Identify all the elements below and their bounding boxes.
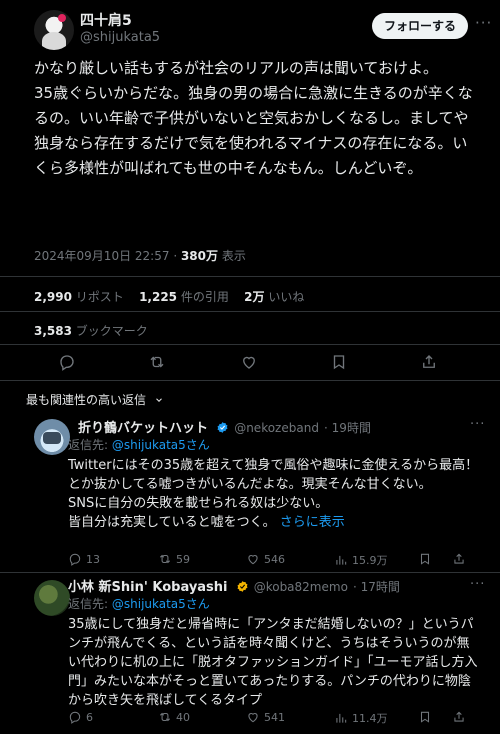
reply-author-handle[interactable]: @koba82memo — [254, 580, 348, 594]
chevron-down-icon — [155, 398, 162, 402]
reply-author-name[interactable]: 小林 新Shin' Kobayashi — [68, 580, 228, 595]
reply-paragraph: 35歳にして独身だと帰省時に「アンタまだ結婚しないの？」というパンチが飛んでくる… — [68, 617, 478, 708]
reply-header: 折り鶴バケットハット @nekozeband · 19時間 — [78, 421, 371, 436]
reply-paragraph: SNSに自分の失敗を載せられる奴は少ない。 — [68, 496, 329, 511]
like-icon — [248, 555, 258, 565]
like-icon[interactable] — [240, 353, 260, 373]
author-handle[interactable]: @shijukata5 — [80, 30, 160, 45]
tweet-timestamp[interactable]: 2024年09月10日 22:57 — [34, 249, 169, 263]
share-icon[interactable] — [452, 710, 466, 724]
follow-button[interactable]: フォローする — [372, 13, 469, 39]
like-button[interactable]: 546 — [246, 552, 285, 566]
more-icon[interactable]: ··· — [470, 577, 485, 592]
reply-time[interactable]: 17時間 — [361, 580, 400, 594]
author-avatar[interactable] — [34, 10, 74, 50]
reply-sort-label: 最も関連性の高い返信 — [26, 393, 147, 407]
views-button[interactable]: 15.9万 — [334, 552, 388, 568]
reply-paragraph: 皆自分は充実していると嘘をつく。 さらに表示 — [68, 515, 345, 530]
reply-time[interactable]: 19時間 — [332, 421, 371, 435]
bookmark-icon[interactable] — [418, 552, 432, 566]
reply-to-handle[interactable]: @shijukata5さん — [112, 597, 210, 611]
repost-icon — [159, 712, 171, 722]
views-icon — [336, 555, 347, 565]
divider — [0, 572, 500, 573]
like-icon — [248, 713, 258, 723]
reply-icon[interactable] — [58, 353, 78, 373]
divider — [0, 380, 500, 381]
divider — [0, 276, 500, 277]
reply-to: 返信先: @shijukata5さん — [68, 597, 210, 611]
reply-button[interactable]: 6 — [68, 710, 93, 724]
verified-icon — [217, 422, 228, 433]
divider — [0, 311, 500, 312]
reply-text: 35歳にして独身だと帰省時に「アンタまだ結婚しないの？」というパンチが飛んでくる… — [68, 615, 480, 710]
reply-sort-dropdown[interactable]: 最も関連性の高い返信 — [26, 391, 164, 408]
reply-to-handle[interactable]: @shijukata5さん — [112, 438, 210, 452]
engagement-stats: 2,990 リポスト 1,225 件の引用 2万 いいね — [34, 288, 304, 305]
verified-icon — [237, 581, 248, 592]
reply-author-handle[interactable]: @nekozeband — [234, 421, 319, 435]
quotes-stat[interactable]: 1,225 件の引用 — [139, 290, 229, 304]
show-more-link[interactable]: さらに表示 — [280, 515, 345, 530]
views-icon — [336, 713, 347, 723]
more-icon[interactable]: ··· — [470, 417, 485, 432]
repost-button[interactable]: 59 — [158, 552, 190, 566]
reply-icon — [69, 553, 81, 566]
views-label: 表示 — [221, 249, 246, 263]
views-count: 380万 — [180, 249, 219, 263]
tweet-text: かなり厳しい話もするが社会のリアルの声は聞いておけよ。 35歳ぐらいからだな。独… — [34, 56, 480, 181]
views-button[interactable]: 11.4万 — [334, 710, 388, 726]
bookmarks-stat[interactable]: 3,583 ブックマーク — [34, 322, 148, 339]
share-icon[interactable] — [452, 552, 466, 566]
repost-icon[interactable] — [148, 353, 168, 373]
tweet-paragraph: かなり厳しい話もするが社会のリアルの声は聞いておけよ。 — [34, 59, 438, 77]
likes-stat[interactable]: 2万 いいね — [244, 290, 304, 304]
reposts-stat[interactable]: 2,990 リポスト — [34, 290, 124, 304]
reply-author-name[interactable]: 折り鶴バケットハット — [78, 421, 208, 436]
reply-icon — [69, 711, 81, 724]
reply-avatar[interactable] — [34, 580, 70, 616]
bookmark-icon[interactable] — [418, 710, 432, 724]
repost-icon — [159, 554, 171, 564]
reply-avatar[interactable] — [34, 419, 70, 455]
reply-to: 返信先: @shijukata5さん — [68, 438, 210, 452]
repost-button[interactable]: 40 — [158, 710, 190, 724]
reply-button[interactable]: 13 — [68, 552, 100, 566]
share-icon[interactable] — [420, 353, 440, 373]
author-name[interactable]: 四十肩5 — [80, 10, 132, 30]
tweet-paragraph: 35歳ぐらいからだな。独身の男の場合に急激に生きるのが辛くなるの。いい年齢で子供… — [34, 84, 473, 177]
divider — [0, 344, 500, 345]
bookmark-icon[interactable] — [330, 353, 350, 373]
like-button[interactable]: 541 — [246, 710, 285, 724]
reply-header: 小林 新Shin' Kobayashi @koba82memo · 17時間 — [68, 580, 400, 595]
tweet-meta: 2024年09月10日 22:57 · 380万 表示 — [34, 249, 246, 263]
reply-paragraph: Twitterにはその35歳を超えて独身で風俗や趣味に金使えるから最高！とか抜か… — [68, 458, 479, 492]
reply-text: Twitterにはその35歳を超えて独身で風俗や趣味に金使えるから最高！とか抜か… — [68, 456, 480, 532]
more-icon[interactable]: ··· — [475, 14, 492, 32]
